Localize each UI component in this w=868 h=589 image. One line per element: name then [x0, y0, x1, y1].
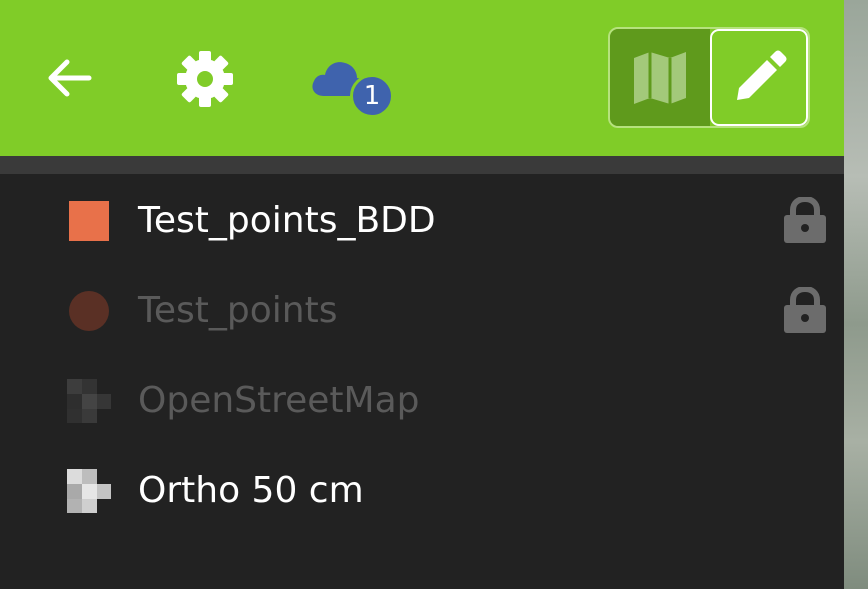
edit-mode-button[interactable]: [710, 29, 808, 126]
gear-icon: [177, 51, 233, 107]
toolbar-divider: [0, 156, 844, 174]
top-toolbar: 1: [0, 0, 844, 156]
layer-label: Ortho 50 cm: [138, 470, 364, 511]
circle-symbol-icon: [69, 291, 109, 331]
map-canvas-edge[interactable]: [844, 0, 868, 589]
layer-label: Test_points_BDD: [138, 200, 436, 241]
raster-layer-icon: [67, 469, 111, 513]
layer-list: Test_points_BDD Test_points OpenStreetMa…: [0, 175, 844, 535]
sync-button[interactable]: 1: [304, 48, 396, 122]
layer-item[interactable]: Test_points_BDD: [0, 175, 844, 265]
layers-panel: 1 Test_points_BDD Test_points OpenStreet…: [0, 0, 844, 589]
settings-button[interactable]: [172, 46, 238, 112]
layer-item[interactable]: Test_points: [0, 265, 844, 355]
layer-item[interactable]: OpenStreetMap: [0, 355, 844, 445]
raster-layer-icon: [67, 379, 111, 423]
arrow-left-icon: [48, 59, 92, 97]
map-icon: [634, 51, 686, 104]
lock-icon[interactable]: [782, 287, 828, 333]
browse-mode-button[interactable]: [610, 29, 710, 126]
mode-toggle: [608, 27, 810, 128]
layer-item[interactable]: Ortho 50 cm: [0, 445, 844, 535]
lock-icon[interactable]: [782, 197, 828, 243]
back-button[interactable]: [36, 48, 100, 108]
layer-label: OpenStreetMap: [138, 380, 420, 421]
pending-changes-badge: 1: [350, 74, 394, 118]
layer-label: Test_points: [138, 290, 338, 331]
square-symbol-icon: [69, 201, 109, 241]
pencil-icon: [737, 50, 787, 100]
